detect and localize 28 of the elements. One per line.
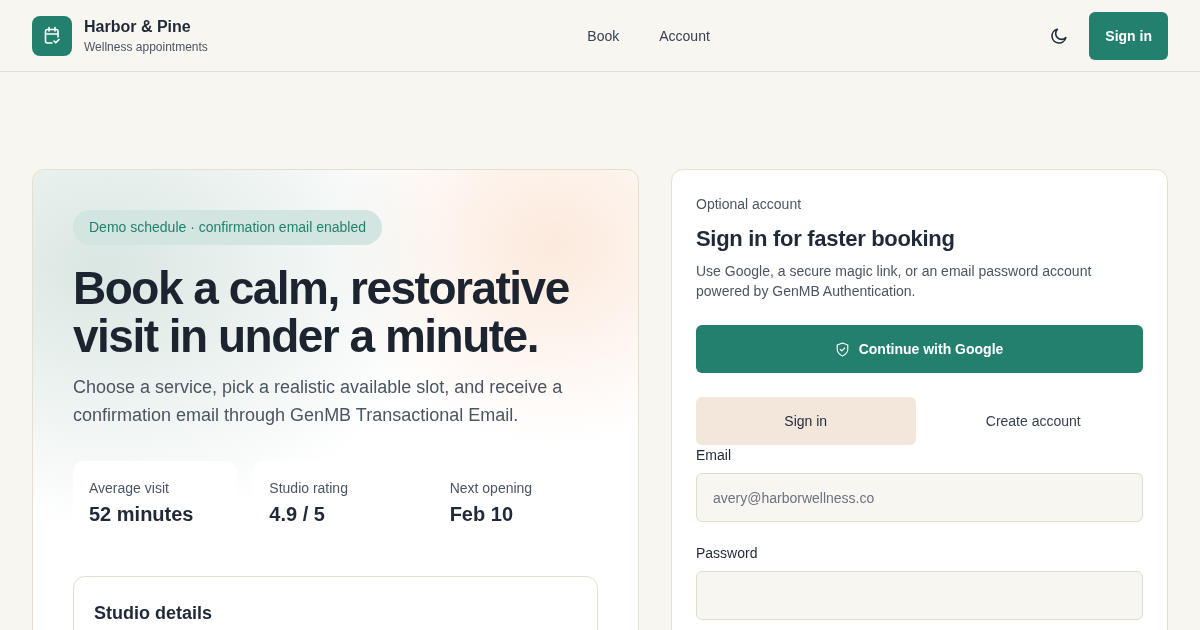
- studio-details-title: Studio details: [94, 603, 212, 623]
- hero-headline: Book a calm, restorative visit in under a minute.: [73, 264, 570, 360]
- auth-eyebrow: Optional account: [696, 195, 802, 214]
- stat-value: 52 minutes: [89, 502, 195, 526]
- hero-intro: Choose a service, pick a realistic available slot, and receive a confirmation email through GenMB Transactional Email.: [73, 376, 564, 427]
- stat-label: Studio rating: [269, 479, 349, 498]
- field-label: Email: [696, 446, 732, 465]
- auth-description: Use Google, a secure magic link, or an email password account powered by GenMB Authentication.: [696, 262, 1093, 301]
- field-label: Password: [696, 544, 759, 563]
- nav-link[interactable]: Book: [587, 25, 620, 46]
- moon-icon[interactable]: [1049, 25, 1070, 46]
- brand-name: Harbor & Pine: [84, 16, 192, 37]
- input-field[interactable]: avery@harborwellness.co: [696, 473, 1143, 522]
- sign-in-button[interactable]: Sign in: [1089, 11, 1168, 60]
- auth-tab[interactable]: Create account: [923, 397, 1143, 445]
- stat-label: Next opening: [449, 479, 534, 498]
- google-sign-in-button[interactable]: Continue with Google: [696, 325, 1143, 373]
- demo-badge: Demo schedule · confirmation email enabled: [73, 210, 383, 245]
- nav-link[interactable]: Account: [659, 25, 710, 46]
- auth-title: Sign in for faster booking: [696, 225, 955, 253]
- stat-value: Feb 10: [449, 502, 514, 526]
- stat-value: 4.9 / 5: [269, 502, 326, 526]
- stat-label: Average visit: [89, 479, 170, 498]
- calendar-check-icon: [32, 15, 72, 56]
- brand-tagline: Wellness appointments: [84, 38, 208, 55]
- auth-tab[interactable]: Sign in: [696, 397, 916, 445]
- shield-check-icon: [835, 341, 849, 357]
- input-field[interactable]: [696, 571, 1143, 620]
